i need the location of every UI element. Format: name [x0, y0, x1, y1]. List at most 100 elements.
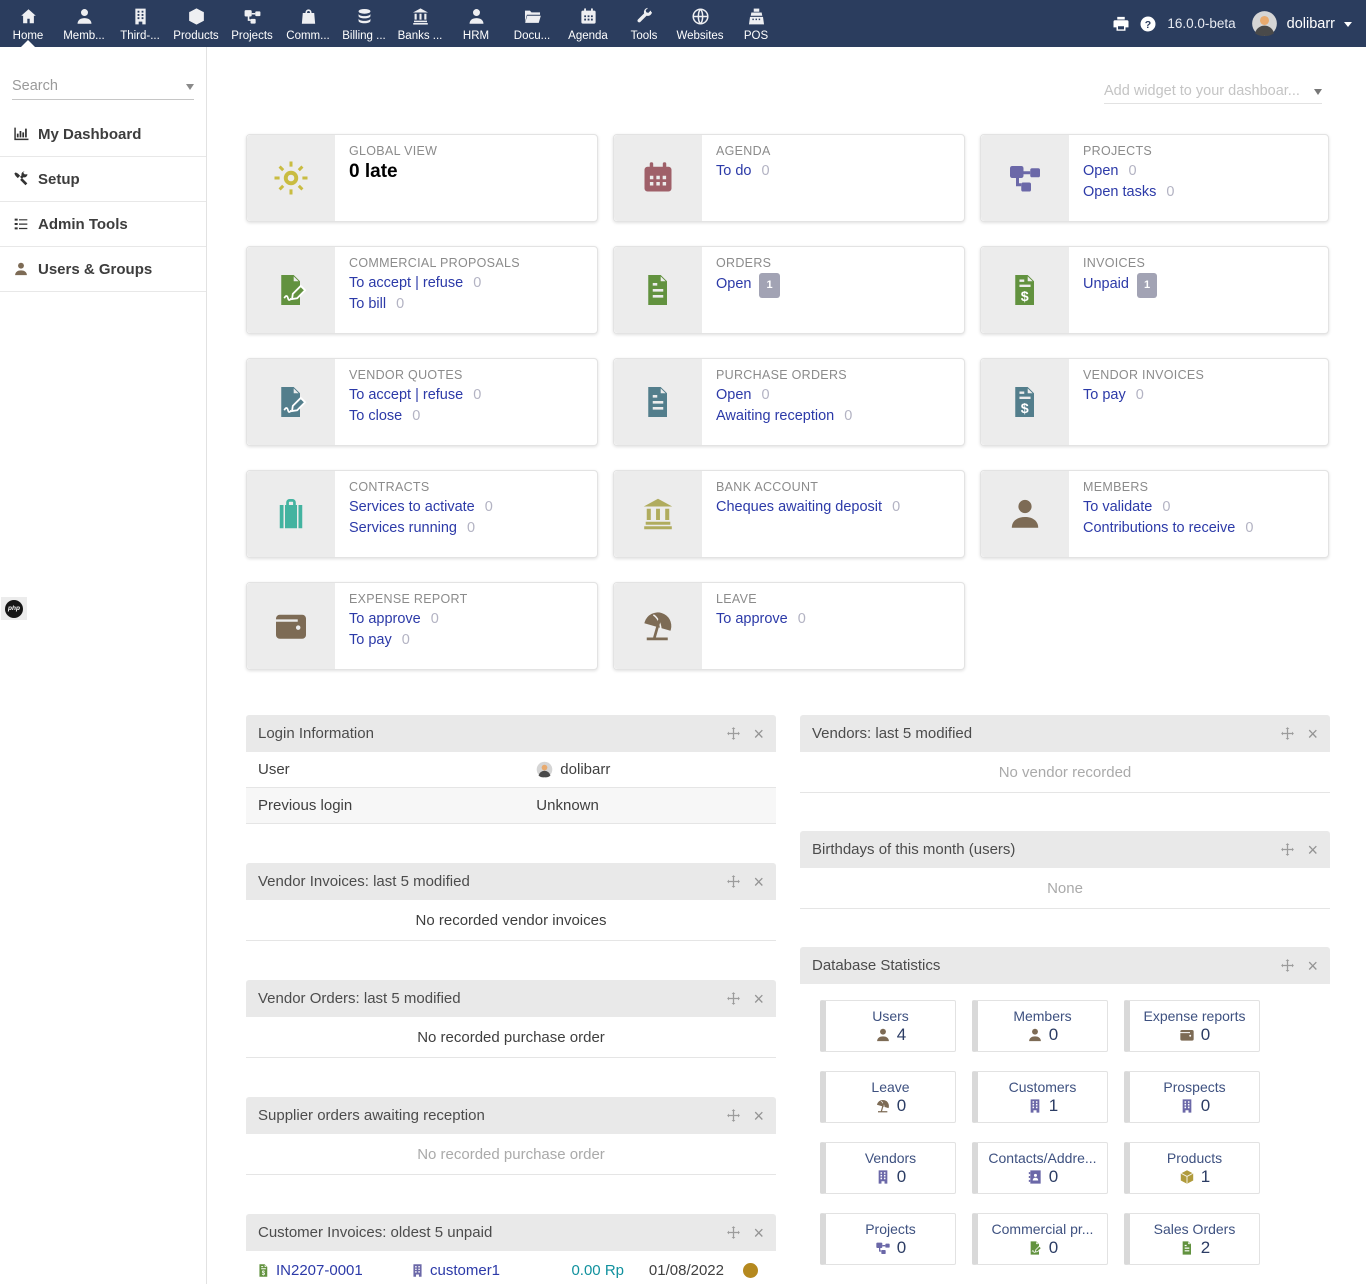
card-line-link[interactable]: Cheques awaiting deposit	[716, 499, 882, 515]
widget-title: Vendor Invoices: last 5 modified	[258, 873, 470, 890]
move-widget-icon[interactable]	[726, 726, 741, 741]
stat-box-expense-reports[interactable]: Expense reports0	[1124, 1000, 1260, 1052]
stat-box-users[interactable]: Users4	[820, 1000, 956, 1052]
nav-item-websites[interactable]: Websites	[672, 0, 728, 47]
card-line-link[interactable]: Services to activate	[349, 499, 475, 515]
widgets-column-left: Login Information×UserdolibarrPrevious l…	[246, 715, 776, 1284]
stat-box-sales-orders[interactable]: Sales Orders2	[1124, 1213, 1260, 1265]
nav-item-label: Products	[173, 30, 218, 42]
stat-value: 1	[1049, 1096, 1058, 1116]
close-widget-icon[interactable]: ×	[753, 725, 764, 743]
card-line: To accept | refuse0	[349, 385, 481, 406]
invoice-ref-link[interactable]: IN2207-0001	[276, 1262, 363, 1279]
php-debugbar-toggle[interactable]: php	[1, 597, 27, 620]
stat-box-members[interactable]: Members0	[972, 1000, 1108, 1052]
card-line-link[interactable]: To pay	[349, 632, 392, 648]
card-line-link[interactable]: Unpaid	[1083, 276, 1129, 292]
stat-box-contacts-addre[interactable]: Contacts/Addre...0	[972, 1142, 1108, 1194]
chevron-down-icon[interactable]	[1344, 22, 1352, 31]
customer-link[interactable]: customer1	[430, 1262, 500, 1279]
close-widget-icon[interactable]: ×	[753, 990, 764, 1008]
stat-box-products[interactable]: Products1	[1124, 1142, 1260, 1194]
close-widget-icon[interactable]: ×	[1307, 957, 1318, 975]
card-line-link[interactable]: To approve	[716, 611, 788, 627]
search-input[interactable]: Search	[12, 72, 194, 100]
nav-item-products[interactable]: Products	[168, 0, 224, 47]
sidebar-item-setup[interactable]: Setup	[0, 157, 206, 202]
user-menu[interactable]: dolibarr	[1287, 16, 1335, 32]
nav-item-memb[interactable]: Memb...	[56, 0, 112, 47]
nav-item-hrm[interactable]: HRM	[448, 0, 504, 47]
widget-header: Vendor Orders: last 5 modified ×	[246, 980, 776, 1017]
card-line-link[interactable]: Open	[716, 387, 751, 403]
card-line-link[interactable]: To close	[349, 408, 402, 424]
file-signature-icon	[247, 359, 335, 445]
move-widget-icon[interactable]	[1280, 842, 1295, 857]
widget-header: Vendors: last 5 modified×	[800, 715, 1330, 752]
nav-item-comm[interactable]: Comm...	[280, 0, 336, 47]
close-widget-icon[interactable]: ×	[753, 1224, 764, 1242]
card-line-link[interactable]: To pay	[1083, 387, 1126, 403]
stat-box-commercial-pr[interactable]: Commercial pr...0	[972, 1213, 1108, 1265]
move-widget-icon[interactable]	[1280, 958, 1295, 973]
widget-title: Database Statistics	[812, 957, 940, 974]
print-icon[interactable]	[1112, 15, 1130, 33]
close-widget-icon[interactable]: ×	[753, 1107, 764, 1125]
move-widget-icon[interactable]	[726, 1225, 741, 1240]
move-widget-icon[interactable]	[726, 991, 741, 1006]
card-line-link[interactable]: Services running	[349, 520, 457, 536]
card-line: Services to activate0	[349, 497, 493, 518]
sidebar-item-users-groups[interactable]: Users & Groups	[0, 247, 206, 292]
nav-item-pos[interactable]: POS	[728, 0, 784, 47]
close-widget-icon[interactable]: ×	[753, 873, 764, 891]
card-line-link[interactable]: Open tasks	[1083, 184, 1156, 200]
stat-box-customers[interactable]: Customers1	[972, 1071, 1108, 1123]
sidebar-item-label: Admin Tools	[38, 216, 128, 233]
card-line-link[interactable]: To do	[716, 163, 751, 179]
stat-value: 0	[1201, 1025, 1210, 1045]
card-body: INVOICESUnpaid1	[1069, 247, 1171, 333]
card-bank-account: BANK ACCOUNTCheques awaiting deposit0	[613, 470, 965, 558]
card-line-link[interactable]: To accept | refuse	[349, 387, 463, 403]
calendar-icon	[579, 7, 598, 26]
move-widget-icon[interactable]	[1280, 726, 1295, 741]
tools-icon	[13, 171, 29, 187]
nav-item-tools[interactable]: Tools	[616, 0, 672, 47]
sidebar-item-my-dashboard[interactable]: My Dashboard	[0, 112, 206, 157]
user-avatar[interactable]	[1251, 10, 1278, 37]
nav-item-label: Projects	[231, 30, 273, 42]
move-widget-icon[interactable]	[726, 1108, 741, 1123]
stat-box-prospects[interactable]: Prospects0	[1124, 1071, 1260, 1123]
card-line: Open1	[716, 273, 780, 298]
landmark-icon	[614, 471, 702, 557]
nav-item-home[interactable]: Home	[0, 0, 56, 47]
move-widget-icon[interactable]	[726, 874, 741, 889]
widget-title: Vendor Orders: last 5 modified	[258, 990, 461, 1007]
widget-vendor-orders-last-5-modified: Vendor Orders: last 5 modified×No record…	[246, 980, 776, 1058]
version-label: 16.0.0-beta	[1167, 16, 1235, 31]
card-line-link[interactable]: To approve	[349, 611, 421, 627]
nav-item-third[interactable]: Third-...	[112, 0, 168, 47]
stat-box-vendors[interactable]: Vendors0	[820, 1142, 956, 1194]
stat-box-projects[interactable]: Projects0	[820, 1213, 956, 1265]
stat-box-leave[interactable]: Leave0	[820, 1071, 956, 1123]
card-line-link[interactable]: Contributions to receive	[1083, 520, 1235, 536]
widget-actions: ×	[726, 725, 764, 743]
close-widget-icon[interactable]: ×	[1307, 725, 1318, 743]
sidebar-item-admin-tools[interactable]: Admin Tools	[0, 202, 206, 247]
card-line-link[interactable]: Open	[1083, 163, 1118, 179]
nav-item-billing[interactable]: Billing ...	[336, 0, 392, 47]
nav-item-projects[interactable]: Projects	[224, 0, 280, 47]
card-line-link[interactable]: Open	[716, 276, 751, 292]
nav-item-banks[interactable]: Banks ...	[392, 0, 448, 47]
nav-item-docu[interactable]: Docu...	[504, 0, 560, 47]
card-line-link[interactable]: Awaiting reception	[716, 408, 834, 424]
close-widget-icon[interactable]: ×	[1307, 841, 1318, 859]
nav-item-agenda[interactable]: Agenda	[560, 0, 616, 47]
help-icon[interactable]: ?	[1139, 15, 1157, 33]
card-line-link[interactable]: To accept | refuse	[349, 275, 463, 291]
shopping-bag-icon	[299, 7, 318, 26]
card-line-link[interactable]: To validate	[1083, 499, 1152, 515]
add-widget-select[interactable]: Add widget to your dashboar...	[1104, 78, 1322, 104]
card-line-link[interactable]: To bill	[349, 296, 386, 312]
